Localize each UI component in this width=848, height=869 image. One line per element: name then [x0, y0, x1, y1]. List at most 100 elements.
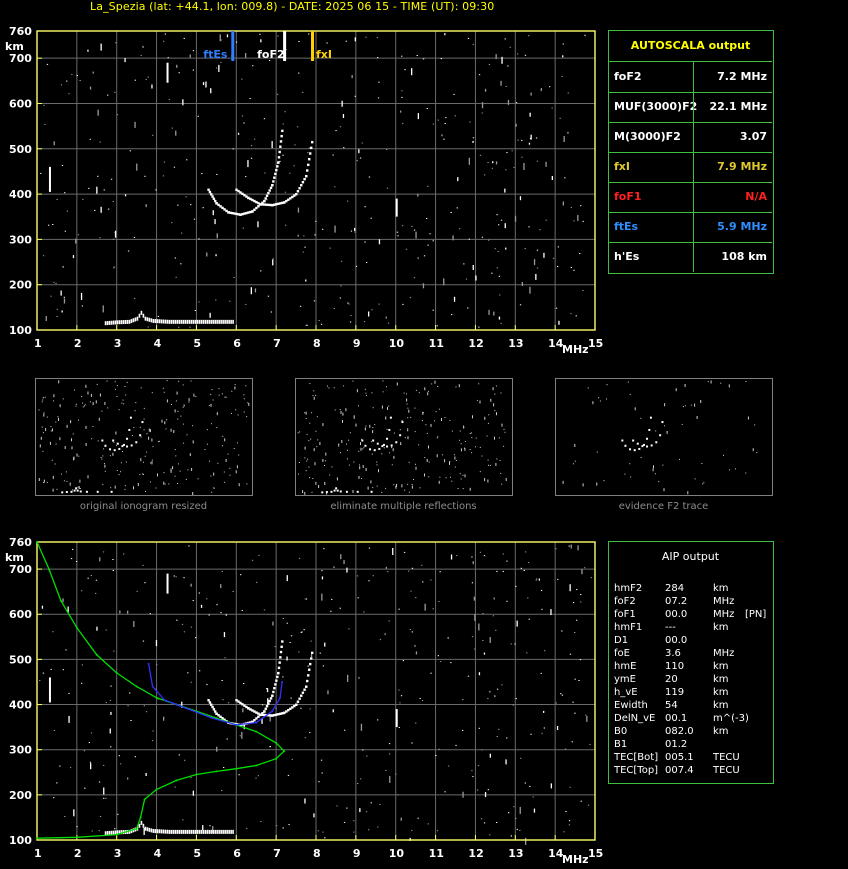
es-trace-dot: [144, 316, 147, 321]
noise-speck: [182, 99, 184, 106]
noise-speck: [516, 828, 518, 830]
noise-speck: [245, 53, 247, 58]
noise-speck: [66, 210, 68, 212]
noise-speck: [320, 759, 323, 761]
noise-speck: [73, 809, 75, 817]
aip-key: foF2: [614, 596, 636, 607]
profile-point: [155, 788, 158, 791]
es-trace-dot: [194, 319, 197, 324]
noise-speck: [190, 626, 192, 628]
noise-speck: [365, 36, 367, 38]
aip-key: hmF1: [614, 622, 643, 633]
f2-extraordinary-dot: [296, 190, 300, 193]
noise-speck: [498, 275, 500, 277]
noise-speck: [454, 115, 456, 117]
noise-speck: [301, 631, 303, 633]
x-tick-label: 11: [429, 847, 444, 860]
profile-series-0: [36, 541, 286, 839]
f2-extraordinary-dot: [301, 691, 305, 694]
noise-speck: [103, 189, 105, 191]
noise-speck: [507, 65, 509, 67]
noise-speck: [409, 297, 412, 299]
noise-speck: [129, 692, 131, 694]
noise-speck: [105, 629, 107, 631]
es-trace-dot: [130, 319, 133, 324]
noise-speck: [471, 770, 473, 772]
noise-speck: [581, 569, 583, 575]
noise-speck: [192, 790, 194, 796]
noise-speck: [225, 614, 227, 616]
noise-speck: [571, 741, 573, 743]
noise-speck: [202, 825, 204, 831]
noise-speck: [371, 309, 373, 311]
aip-unit: MHz: [713, 596, 735, 607]
noise-speck: [347, 302, 349, 304]
noise-speck: [483, 555, 486, 557]
es-trace-dot: [144, 826, 147, 831]
noise-speck: [346, 567, 348, 573]
noise-speck: [589, 743, 591, 745]
noise-speck: [385, 566, 387, 569]
es-trace-dot: [104, 321, 107, 326]
es-trace-dot: [160, 319, 163, 324]
f2-ordinary-dot: [268, 189, 271, 192]
noise-speck: [333, 308, 335, 309]
f2-ordinary-dot: [279, 650, 283, 654]
noise-speck: [469, 121, 471, 123]
noise-speck: [304, 798, 306, 804]
es-trace-dot: [202, 829, 205, 834]
noise-speck: [224, 657, 226, 659]
noise-speck: [110, 711, 112, 715]
noise-speck: [155, 640, 158, 647]
noise-speck: [140, 55, 142, 57]
aip-value: 284: [665, 583, 685, 594]
autoscala-value: 22.1 MHz: [709, 100, 767, 113]
noise-speck: [145, 773, 147, 776]
noise-speck: [559, 117, 561, 119]
noise-speck: [439, 661, 442, 663]
y-tick-label: 100: [9, 834, 32, 847]
noise-speck: [162, 175, 165, 177]
y-tick-label: 600: [9, 608, 32, 621]
noise-speck: [370, 217, 372, 219]
es-trace-dot: [166, 829, 169, 834]
profile-point: [135, 827, 138, 830]
f2-ordinary-dot: [210, 703, 213, 706]
noise-speck: [514, 215, 517, 222]
noise-speck: [174, 786, 176, 788]
es-trace-dot: [212, 829, 214, 834]
autoscala-divider: [693, 242, 694, 272]
profile-point: [139, 816, 142, 819]
noise-speck: [254, 288, 257, 293]
noise-speck: [368, 580, 370, 582]
noise-speck: [408, 570, 410, 572]
noise-speck: [586, 715, 588, 722]
noise-speck: [176, 64, 178, 68]
f2-ordinary-dot: [277, 156, 281, 159]
noise-speck: [115, 42, 117, 44]
noise-speck: [142, 45, 144, 48]
noise-speck: [117, 813, 119, 815]
noise-speck: [209, 825, 211, 827]
noise-speck: [119, 610, 121, 614]
noise-speck: [215, 67, 218, 69]
autoscala-divider: [693, 62, 694, 92]
autoscala-row-m-3000-f2: M(3000)F2 3.07: [609, 122, 772, 153]
x-tick-label: 3: [114, 847, 122, 860]
es-trace-dot: [230, 319, 232, 324]
noise-speck: [447, 636, 449, 639]
es-trace-dot: [192, 829, 195, 834]
noise-speck: [578, 680, 580, 681]
noise-speck: [563, 831, 565, 833]
es-trace-dot: [208, 319, 210, 324]
es-trace-dot: [168, 829, 171, 834]
noise-speck: [353, 831, 355, 833]
noise-speck: [377, 719, 379, 721]
noise-speck: [87, 49, 89, 52]
noise-speck: [569, 584, 571, 592]
noise-speck: [348, 303, 350, 305]
noise-speck: [504, 223, 506, 229]
noise-speck: [210, 88, 212, 94]
noise-speck: [356, 160, 358, 162]
noise-speck: [579, 253, 581, 254]
